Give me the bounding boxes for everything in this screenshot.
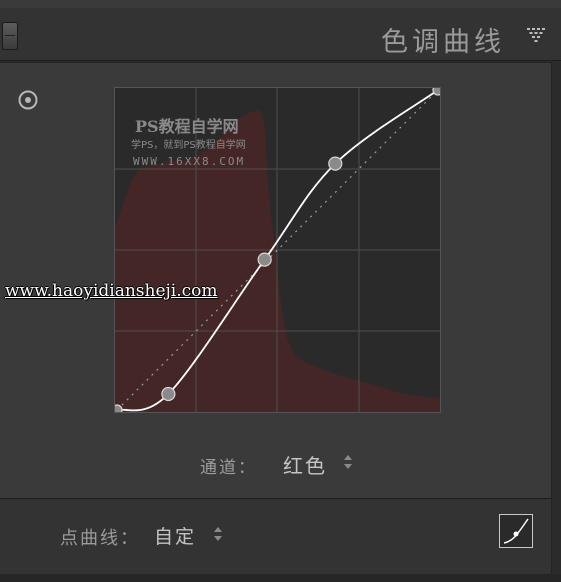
curve-control-point[interactable]	[115, 404, 123, 412]
curve-control-point[interactable]	[432, 88, 440, 96]
panel-collapse-toggle[interactable]	[2, 22, 18, 50]
channel-row[interactable]: 通道： 红色	[0, 447, 552, 479]
bottom-strip	[0, 574, 561, 582]
curve-control-point[interactable]	[257, 252, 272, 267]
menu-triangle-icon[interactable]	[525, 26, 547, 44]
logo-watermark-line2: 学PS，就到PS教程自学网	[131, 138, 246, 151]
curve-control-point[interactable]	[328, 156, 343, 171]
curve-edit-icon	[503, 518, 529, 544]
curve-edit-button[interactable]	[499, 514, 533, 548]
curve-control-point[interactable]	[161, 386, 176, 402]
url-watermark: www.haoyidiansheji.com	[5, 281, 218, 301]
point-curve-label: 点曲线：	[60, 528, 140, 549]
up-down-arrows-icon[interactable]	[343, 454, 353, 470]
channel-select[interactable]: 红色	[283, 450, 327, 479]
tone-curve-graph[interactable]: PS教程自学网 学PS，就到PS教程自学网 WWW.16XX8.COM	[114, 87, 441, 413]
logo-watermark-line3: WWW.16XX8.COM	[133, 155, 245, 168]
panel-header[interactable]: 色调曲线	[0, 8, 561, 61]
up-down-arrows-icon[interactable]	[213, 526, 223, 542]
tone-curve-panel: PS教程自学网 学PS，就到PS教程自学网 WWW.16XX8.COM 通道： …	[0, 62, 552, 498]
panel-title: 色调曲线	[381, 27, 505, 58]
point-curve-select[interactable]: 自定	[154, 522, 196, 549]
target-adjustment-icon[interactable]	[17, 89, 39, 111]
logo-watermark-line1: PS教程自学网	[135, 117, 239, 136]
point-curve-bar: 点曲线： 自定	[0, 498, 552, 574]
channel-label: 通道：	[200, 458, 257, 478]
